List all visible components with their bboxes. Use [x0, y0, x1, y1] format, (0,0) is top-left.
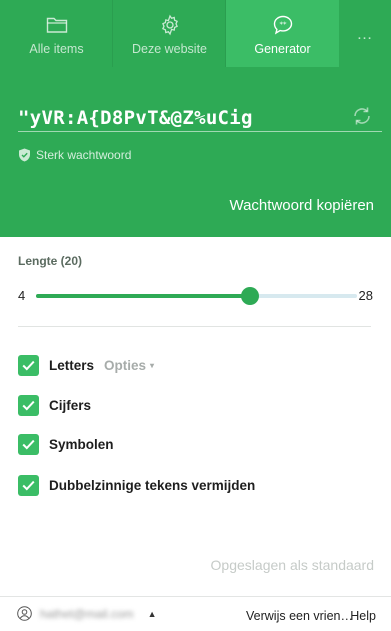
tab-all-items[interactable]: Alle items [0, 0, 113, 67]
option-label: Symbolen [49, 437, 114, 452]
footer: hathet@mail.com ▲ Verwijs een vrien… Hel… [0, 596, 391, 631]
shield-check-icon [19, 148, 30, 162]
option-label: Cijfers [49, 398, 92, 413]
slider-fill [36, 294, 250, 298]
chat-bubble-icon: ** [272, 14, 294, 36]
check-icon [22, 480, 35, 491]
checkbox-letters[interactable] [18, 355, 39, 376]
option-letters[interactable]: Letters Opties ▾ [18, 355, 154, 376]
tab-this-website[interactable]: Deze website [113, 0, 226, 67]
slider-thumb[interactable] [241, 287, 259, 305]
checkbox-digits[interactable] [18, 395, 39, 416]
divider [18, 326, 371, 327]
letters-options-dropdown[interactable]: Opties ▾ [104, 358, 154, 373]
check-icon [22, 400, 35, 411]
password-strength: Sterk wachtwoord [18, 148, 131, 162]
options-dropdown-label: Opties [104, 358, 147, 373]
option-avoid-ambiguous[interactable]: Dubbelzinnige tekens vermijden [18, 475, 255, 496]
more-icon: … [356, 26, 374, 43]
help-link[interactable]: Help [350, 609, 376, 623]
tab-label: Deze website [131, 42, 208, 56]
refer-friend-link[interactable]: Verwijs een vrien… [246, 609, 353, 623]
length-label: Lengte (20) [18, 254, 83, 268]
tab-bar: Alle items Deze website ** Generator … [0, 0, 391, 67]
chevron-down-icon: ▾ [150, 361, 155, 370]
option-label: Dubbelzinnige tekens vermijden [49, 478, 256, 493]
refresh-icon[interactable] [350, 104, 374, 128]
account-email: hathet@mail.com [40, 606, 134, 621]
strength-label: Sterk wachtwoord [36, 148, 132, 162]
account-menu[interactable]: hathet@mail.com ▲ [17, 606, 156, 621]
option-label: Letters [49, 358, 95, 373]
slider-min-label: 4 [18, 288, 26, 303]
password-manager-popup: Alle items Deze website ** Generator … "… [0, 0, 391, 631]
length-slider[interactable] [36, 287, 357, 305]
svg-text:**: ** [279, 21, 287, 29]
checkbox-symbols[interactable] [18, 434, 39, 455]
option-digits[interactable]: Cijfers [18, 395, 91, 416]
slider-max-label: 28 [358, 288, 373, 303]
checkbox-avoid-ambiguous[interactable] [18, 475, 39, 496]
folder-icon [46, 14, 68, 36]
saved-as-default-status: Opgeslagen als standaard [210, 557, 374, 573]
gear-icon [159, 14, 181, 36]
user-avatar-icon [17, 606, 32, 621]
generated-password[interactable]: "yVR:A{D8PvT&@Z%uCig [18, 107, 253, 129]
option-symbols[interactable]: Symbolen [18, 434, 114, 455]
tab-generator[interactable]: ** Generator [226, 0, 339, 67]
tab-more[interactable]: … [339, 0, 391, 67]
generator-header: Alle items Deze website ** Generator … "… [0, 0, 391, 237]
tab-label: Alle items [29, 42, 84, 56]
password-underline [18, 131, 382, 132]
copy-password-button[interactable]: Wachtwoord kopiëren [229, 197, 374, 214]
check-icon [22, 360, 35, 371]
check-icon [22, 439, 35, 450]
chevron-up-icon: ▲ [147, 608, 157, 619]
tab-label: Generator [254, 42, 311, 56]
